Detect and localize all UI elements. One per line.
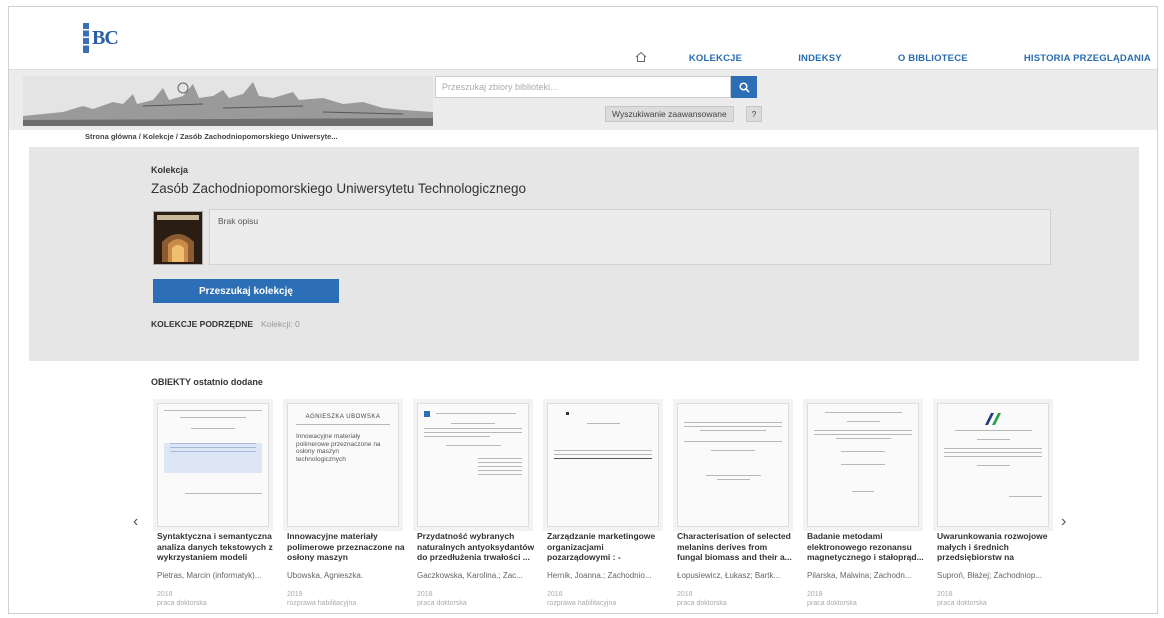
logo-text: BC <box>92 26 119 49</box>
object-card[interactable]: Zarządzanie marketingowe organizacjami p… <box>543 399 663 611</box>
collection-title: Zasób Zachodniopomorskiego Uniwersytetu … <box>151 181 526 196</box>
object-year: 2018 <box>937 591 953 598</box>
collection-label: Kolekcja <box>151 165 189 175</box>
object-year: 2018 <box>157 591 173 598</box>
search-band: Przeszukaj zbiory biblioteki... Wyszukiw… <box>9 69 1157 130</box>
recent-objects-carousel: Syntaktyczna i semantyczna analiza danyc… <box>153 399 1053 611</box>
object-title[interactable]: Przydatność wybranych naturalnych antyok… <box>417 531 535 563</box>
chevron-right-icon[interactable]: › <box>1061 513 1066 531</box>
object-type: praca doktorska <box>157 600 207 607</box>
cover-author: AGNIESZKA UBOWSKA <box>305 414 381 420</box>
object-title[interactable]: Characterisation of selected melanins de… <box>677 531 795 563</box>
object-card[interactable]: AGNIESZKA UBOWSKA Innowacyjne materiały … <box>283 399 405 611</box>
object-cover <box>417 403 529 527</box>
main-nav: KOLEKCJE INDEKSY O BIBLIOTECE HISTORIA P… <box>621 47 1157 69</box>
object-title[interactable]: Innowacyjne materiały polimerowe przezna… <box>287 531 405 563</box>
object-year: 2016 <box>547 591 563 598</box>
site-header: BC KOLEKCJE INDEKSY O BIBLIOTECE HISTORI… <box>9 7 1157 69</box>
nav-kolekcje[interactable]: KOLEKCJE <box>661 53 770 64</box>
object-cover <box>937 403 1049 527</box>
object-title[interactable]: Syntaktyczna i semantyczna analiza danyc… <box>157 531 275 563</box>
collection-description: Brak opisu <box>209 209 1051 265</box>
search-input[interactable]: Przeszukaj zbiory biblioteki... <box>435 76 731 98</box>
object-cover <box>677 403 789 527</box>
object-type: praca doktorska <box>807 600 857 607</box>
object-author: Ubowska, Agnieszka. <box>287 571 364 580</box>
object-cover <box>807 403 919 527</box>
recent-objects-title: OBIEKTY ostatnio dodane <box>151 377 263 387</box>
subcollections: KOLEKCJE PODRZĘDNE Kolekcji: 0 <box>151 319 300 329</box>
chevron-left-icon[interactable]: ‹ <box>133 513 138 531</box>
object-type: praca doktorska <box>937 600 987 607</box>
object-author: Gaczkowska, Karolina.; Zac... <box>417 571 523 580</box>
collection-thumbnail <box>153 211 203 265</box>
object-card[interactable]: Syntaktyczna i semantyczna analiza danyc… <box>153 399 273 611</box>
object-title[interactable]: Zarządzanie marketingowe organizacjami p… <box>547 531 665 563</box>
object-card[interactable]: Badanie metodami elektronowego rezonansu… <box>803 399 925 611</box>
collection-panel: Kolekcja Zasób Zachodniopomorskiego Uniw… <box>29 147 1139 361</box>
object-author: Łopusiewicz, Łukasz; Bartk... <box>677 571 781 580</box>
object-type: rozprawa habilitacyjna <box>287 600 357 607</box>
object-year: 2019 <box>287 591 303 598</box>
object-card[interactable]: Przydatność wybranych naturalnych antyok… <box>413 399 535 611</box>
object-type: praca doktorska <box>417 600 467 607</box>
help-button[interactable]: ? <box>746 106 762 122</box>
nav-historia[interactable]: HISTORIA PRZEGLĄDANIA <box>996 53 1157 64</box>
object-title[interactable]: Uwarunkowania rozwojowe małych i średnic… <box>937 531 1055 563</box>
nav-o-bibliotece[interactable]: O BIBLIOTECE <box>870 53 996 64</box>
object-author: Suproń, Błażej; Zachodniop... <box>937 571 1042 580</box>
object-year: 2018 <box>807 591 823 598</box>
object-author: Hernik, Joanna.; Zachodnio... <box>547 571 652 580</box>
logo-stripe <box>83 23 89 53</box>
subcollections-count: Kolekcji: 0 <box>261 319 300 329</box>
browser-page: BC KOLEKCJE INDEKSY O BIBLIOTECE HISTORI… <box>8 6 1158 614</box>
subcollections-label: KOLEKCJE PODRZĘDNE <box>151 319 254 329</box>
search-icon <box>738 81 750 93</box>
object-author: Pilarska, Malwina; Zachodn... <box>807 571 912 580</box>
breadcrumb[interactable]: Strona główna / Kolekcje / Zasób Zachodn… <box>85 132 338 141</box>
object-card[interactable]: Characterisation of selected melanins de… <box>673 399 793 611</box>
object-title[interactable]: Badanie metodami elektronowego rezonansu… <box>807 531 925 563</box>
object-cover: AGNIESZKA UBOWSKA Innowacyjne materiały … <box>287 403 399 527</box>
nav-indeksy[interactable]: INDEKSY <box>770 53 870 64</box>
object-year: 2018 <box>677 591 693 598</box>
object-author: Pietras, Marcin (informatyk)... <box>157 571 262 580</box>
site-logo[interactable]: BC <box>83 23 145 53</box>
search-button[interactable] <box>731 76 757 98</box>
object-cover <box>547 403 659 527</box>
cover-title: Innowacyjne materiały polimerowe przezna… <box>296 433 381 463</box>
object-year: 2018 <box>417 591 433 598</box>
city-skyline-illustration <box>23 76 433 126</box>
advanced-search-button[interactable]: Wyszukiwanie zaawansowane <box>605 106 734 122</box>
object-type: rozprawa habilitacyjna <box>547 600 617 607</box>
object-cover <box>157 403 269 527</box>
home-icon[interactable] <box>621 51 661 66</box>
search-collection-button[interactable]: Przeszukaj kolekcję <box>153 279 339 303</box>
object-card[interactable]: Uwarunkowania rozwojowe małych i średnic… <box>933 399 1053 611</box>
object-type: praca doktorska <box>677 600 727 607</box>
